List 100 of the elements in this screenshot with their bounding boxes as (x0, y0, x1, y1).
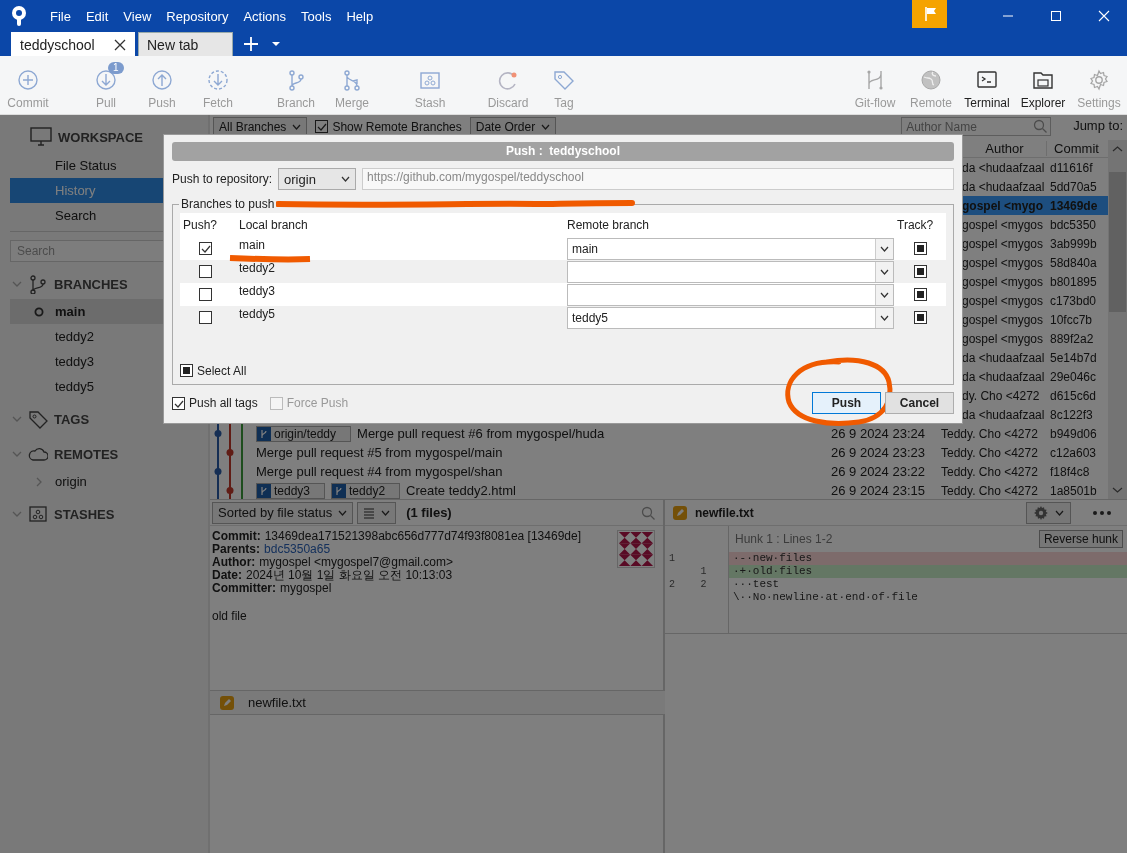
menu-item[interactable]: Actions (237, 6, 293, 26)
list-icon (363, 506, 376, 519)
caret-icon (541, 123, 551, 130)
commit-hash: d11616f (1049, 160, 1094, 175)
history-row[interactable]: Merge pull request #5 from mygospel/main 26 9 2024 23:23 Teddy. Cho <4272 c12a603 (210, 443, 1108, 462)
commit-hash: 13469de (1049, 198, 1099, 213)
section-title: REMOTES (54, 446, 119, 462)
globe-icon (919, 67, 943, 92)
tab[interactable]: New tab (138, 32, 233, 56)
remote-branch-dropdown[interactable]: main (567, 237, 894, 260)
up-arrow-circle-icon (150, 67, 174, 92)
branch-icon (257, 483, 271, 498)
flag-icon (922, 6, 937, 22)
dialog-title: Push : teddyschool (172, 142, 954, 161)
remote-dropdown[interactable]: origin (278, 168, 357, 191)
commit-author: Teddy. Cho <4272 (940, 464, 1039, 479)
tag-icon (28, 409, 48, 429)
menu-item[interactable]: Tools (295, 6, 338, 26)
commit-author: gospel <mygos (961, 331, 1045, 346)
commit-hash: 1a8501b (1049, 483, 1098, 498)
app-logo-icon (10, 5, 28, 27)
column-header[interactable]: Local branch (231, 213, 564, 238)
commit-hash: b949d06 (1049, 426, 1098, 441)
code-line: \··No·newline·at·end·of·file (732, 591, 919, 604)
code-line: ···test (732, 578, 781, 591)
line-number: 1 (668, 552, 676, 565)
dialog-button[interactable]: Push (812, 392, 881, 415)
commit-hash: f18f4c8 (1049, 464, 1091, 479)
tab[interactable]: teddyschool (11, 32, 135, 56)
menu-item[interactable]: File (44, 6, 77, 26)
commit-author: da <hudaafzaal (961, 179, 1046, 194)
scrollbar-thumb[interactable] (1109, 172, 1126, 312)
commit-author: da <hudaafzaal (961, 407, 1046, 422)
commit-author: gospel <mygos (961, 255, 1045, 270)
view-mode-dropdown[interactable] (357, 501, 397, 524)
menu-item[interactable]: View (117, 6, 158, 26)
gear-icon (1033, 504, 1049, 521)
checkbox[interactable] (199, 242, 212, 256)
commit-author: gospel <mygo (961, 198, 1045, 213)
branch-name: teddy3 (239, 284, 276, 299)
reverse-hunk-button[interactable]: Reverse hunk (1038, 530, 1123, 548)
track-checkbox[interactable] (913, 288, 927, 302)
pencil-icon (220, 695, 234, 710)
field-value: mygospel <mygospel7@gmail.com> (259, 556, 453, 569)
column-header[interactable]: Commit (1046, 141, 1102, 156)
branch-filter-dropdown[interactable]: All Branches (213, 117, 308, 136)
parent-link[interactable]: bdc5350a65 (264, 543, 331, 556)
track-checkbox[interactable] (913, 265, 927, 279)
commit-author: da <hudaafzaal (961, 160, 1046, 175)
checkbox-label: Select All (197, 363, 247, 378)
pencil-icon (673, 505, 687, 520)
checkbox[interactable] (180, 364, 193, 378)
file-item[interactable]: newfile.txt (210, 691, 665, 715)
commit-author: gospel <mygos (961, 236, 1045, 251)
menu-item[interactable]: Edit (79, 6, 115, 26)
checkbox[interactable] (315, 120, 329, 133)
field-label: Committer: (212, 582, 276, 595)
caret-icon (880, 291, 889, 298)
file-name: newfile.txt (695, 505, 754, 520)
commit-hash: 8c122f3 (1049, 407, 1094, 422)
commit-hash: c173bd0 (1049, 293, 1098, 308)
history-row[interactable]: teddy3 teddy2 Create teddy2.html 26 9 2024 23:15 Teddy. Cho <4272 1a8501b (210, 481, 1108, 499)
dialog-button[interactable]: Cancel (885, 392, 954, 415)
line-number: 2 (699, 578, 708, 591)
commit-hash: 5dd70a5 (1049, 179, 1098, 194)
close-icon[interactable] (114, 38, 126, 51)
toolbar-button[interactable]: Terminal (959, 60, 1015, 110)
commit-message: Merge pull request #4 from mygospel/shan (256, 464, 503, 479)
toolbar-button[interactable]: Explorer (1015, 60, 1071, 110)
column-header[interactable]: Track? (894, 213, 946, 238)
history-row[interactable]: Merge pull request #4 from mygospel/shan 26 9 2024 23:22 Teddy. Cho <4272 f18f4c8 (210, 462, 1108, 481)
field-label: Date: (212, 569, 242, 582)
column-header[interactable]: Push? (180, 213, 231, 238)
checkbox-label: Force Push (286, 396, 349, 411)
count-badge: 1 (108, 61, 124, 74)
url-field[interactable]: https://github.com/mygospel/teddyschool (362, 168, 954, 191)
branch-name: teddy5 (239, 307, 276, 322)
scrollbar[interactable] (1108, 140, 1127, 499)
caret-icon (341, 176, 351, 183)
commit-message: Create teddy2.html (406, 483, 516, 498)
author-search-field[interactable]: Author Name (901, 117, 1052, 136)
checkbox[interactable] (199, 288, 212, 302)
hunk-header: Hunk 1 : Lines 1-2 (734, 532, 834, 546)
checkbox[interactable] (199, 265, 212, 279)
jump-label: Jump to: (1073, 118, 1123, 133)
commit-message: Merge pull request #6 from mygospel/huda (357, 426, 605, 441)
commit-author: Teddy. Cho <4272 (940, 426, 1039, 441)
field-label: Author: (212, 556, 256, 569)
commit-author: da <hudaafzaal (961, 369, 1046, 384)
checkbox[interactable] (172, 396, 185, 410)
remote-item[interactable]: origin (55, 474, 87, 489)
track-checkbox[interactable] (913, 242, 927, 256)
menu-item[interactable]: Help (340, 6, 380, 26)
track-checkbox[interactable] (913, 311, 927, 325)
column-header[interactable]: Remote branch (564, 213, 894, 238)
checkbox[interactable] (199, 311, 212, 325)
remote-branch-dropdown[interactable]: teddy5 (567, 306, 894, 329)
sort-dropdown[interactable]: Sorted by file status (212, 501, 354, 524)
options-dropdown[interactable] (1026, 501, 1071, 524)
menu-item[interactable]: Repository (160, 6, 235, 26)
